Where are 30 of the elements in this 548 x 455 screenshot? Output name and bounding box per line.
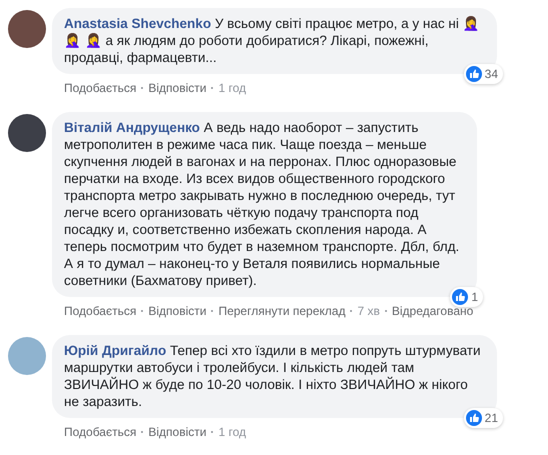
action-link[interactable]: Відповісти [148, 304, 206, 318]
timestamp[interactable]: 7 хв [357, 304, 380, 318]
like-icon [466, 410, 482, 426]
comment-text: Юрій Дригайло Тепер всі хто їздили в метро попруть штурмувати маршрутки автобуси і тролейбуси. І кількість людей там ЗВИЧАЙНО ж буде по 10-20 чоловік. І ніхто ЗВИЧАЙНО ж нікого не заразить. [64, 342, 482, 410]
like-icon [466, 66, 482, 82]
separator-dot [384, 310, 387, 312]
action-link[interactable]: Подобається [64, 425, 136, 439]
comment-text: Anastasia Shevchenko У всьому світі працює метро, а у нас ні 🤦‍♀ 🤦‍♀ 🤦‍♀ а як людям до роботи добиратися? Лікарі, пожежні, продавці, фармацевти... [64, 15, 481, 66]
comment-text: Віталій Андрущенко А ведь надо наоборот – запустить метрополитен в режиме часа пик. Чаще поезда – меньше скупчення людей в вагонах и на перронах. Плюс одноразовые перчатки на входе. Из всех видов общественного городского транспорта метро закрывать нужно в последнюю очередь, тут легче всего организовать чёткую подачу транспорта под посадку и, соответственно избежать скопления народа. А теперь посмотрим что будет в наземном транспорте. Дбл, блд. А я то думал – наконец-то у Веталя появились нормальные советники (Бахматову привет). [64, 119, 460, 289]
separator-dot [141, 87, 144, 89]
avatar[interactable] [8, 10, 46, 48]
action-link[interactable]: Відповісти [148, 81, 206, 95]
separator-dot [211, 431, 214, 433]
timestamp[interactable]: 1 год [218, 81, 246, 95]
separator-dot [211, 310, 214, 312]
avatar[interactable] [8, 114, 46, 152]
action-link[interactable]: Переглянути переклад [218, 304, 346, 318]
reaction-badge[interactable]: 21 [464, 408, 503, 428]
like-icon [452, 289, 468, 305]
separator-dot [141, 431, 144, 433]
action-link[interactable]: Подобається [64, 304, 136, 318]
separator-dot [350, 310, 352, 312]
separator-dot [211, 87, 214, 89]
reaction-badge[interactable]: 1 [450, 287, 483, 307]
timestamp[interactable]: 1 год [218, 425, 246, 439]
separator-dot [141, 310, 144, 312]
action-link[interactable]: Подобається [64, 81, 136, 95]
action-link[interactable]: Відредаговано [392, 304, 474, 318]
action-link[interactable]: Відповісти [148, 425, 206, 439]
reaction-badge[interactable]: 34 [464, 64, 503, 84]
